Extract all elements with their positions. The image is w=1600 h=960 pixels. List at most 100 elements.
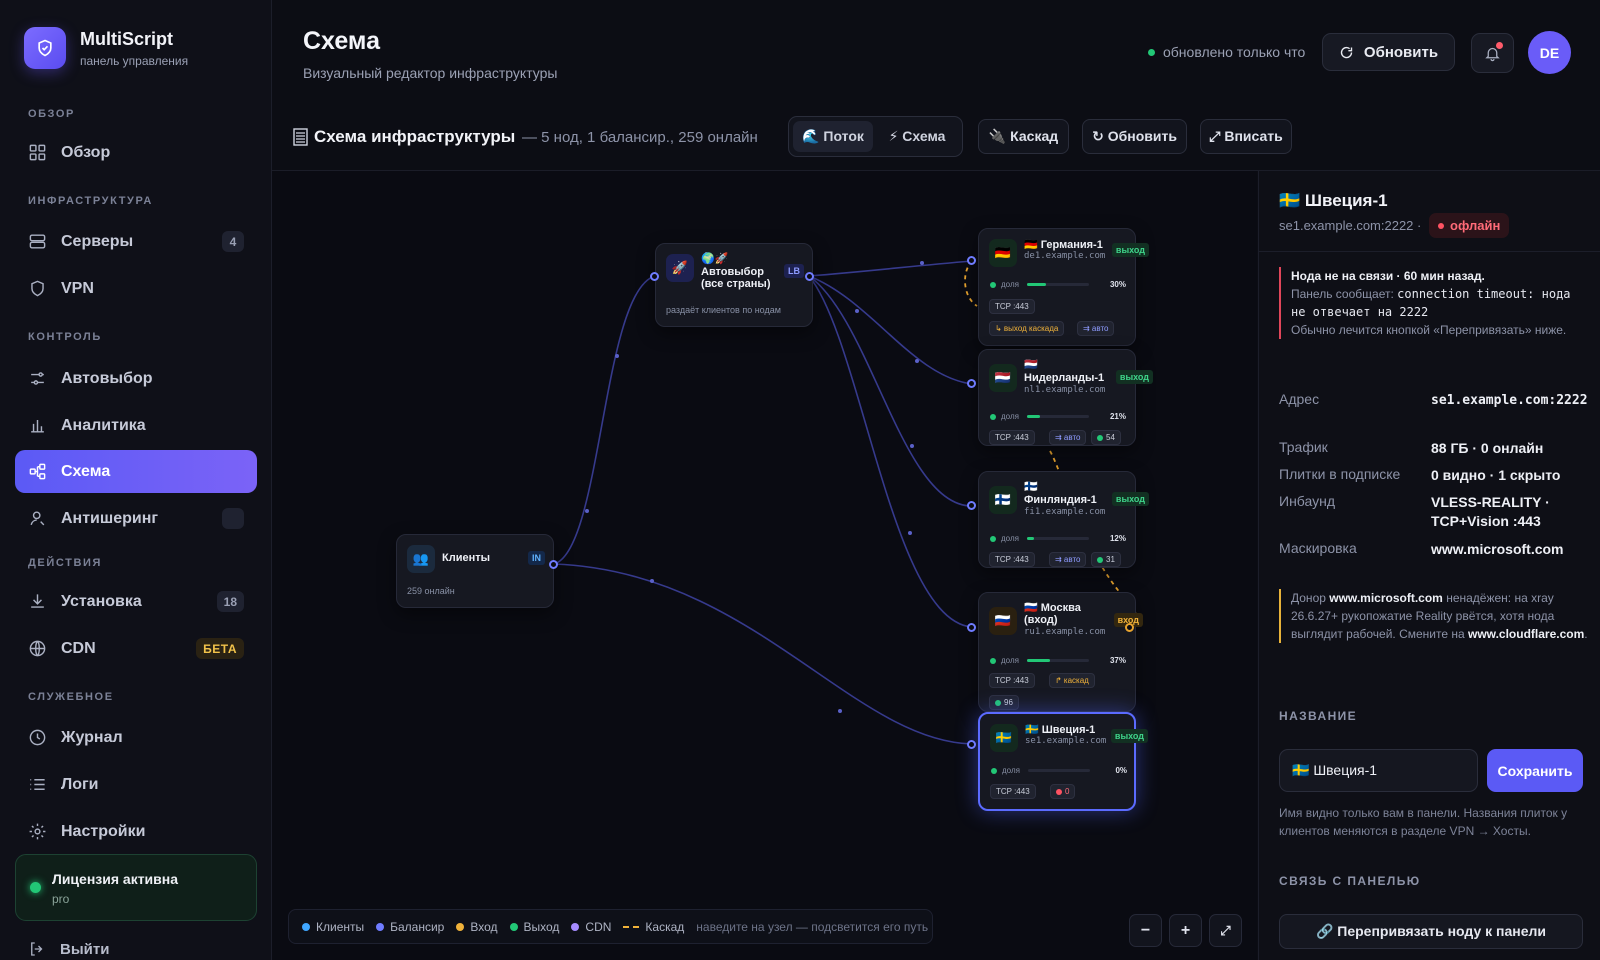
antisharing-badge — [222, 508, 244, 529]
fullscreen-button[interactable]: ⤢ — [1209, 914, 1242, 947]
online-chip: 96 — [989, 695, 1019, 710]
logout-icon — [31, 942, 43, 956]
node-sweden[interactable]: 🇸🇪 🇸🇪 Швеция-1 se1.example.com выход дол… — [978, 712, 1148, 811]
brand[interactable]: MultiScript панель управления — [24, 27, 188, 69]
share-bar-fill — [1026, 537, 1035, 540]
node-clients[interactable]: 👥 Клиенты IN 259 онлайн — [396, 534, 554, 608]
node-title: 🇩🇪 Германия-1 — [1024, 239, 1103, 251]
license-card[interactable]: Лицензия активна pro — [15, 854, 257, 921]
bar-chart-icon — [31, 419, 44, 433]
port-finland-in[interactable] — [967, 501, 976, 510]
toolbar-refresh-button[interactable]: ↻ Обновить — [1082, 119, 1187, 154]
alert-advice: Обычно лечится кнопкой «Перепривязать» н… — [1291, 323, 1567, 337]
share-percent: 12% — [1109, 534, 1126, 543]
port-clients-out[interactable] — [549, 560, 558, 569]
online-count: 96 — [1004, 698, 1013, 707]
tab-flow[interactable]: 🌊 Поток — [793, 121, 873, 152]
port-netherlands-in[interactable] — [967, 379, 976, 388]
sliders-icon — [31, 372, 44, 385]
schema-canvas[interactable]: 👥 Клиенты IN 259 онлайн 🚀 🌍🚀 Автовыбор (… — [272, 171, 1257, 960]
legend: Клиенты Балансир Вход Выход CDN Каскад н… — [288, 909, 933, 944]
port-moscow-out[interactable] — [1125, 623, 1134, 632]
node-tag: IN — [528, 551, 545, 565]
logout-button[interactable]: Выйти — [28, 940, 109, 958]
zoom-out-button[interactable]: − — [1129, 914, 1162, 947]
port-balancer-out[interactable] — [805, 272, 814, 281]
zoom-in-button[interactable]: + — [1169, 914, 1202, 947]
save-button[interactable]: Сохранить — [1487, 749, 1583, 792]
node-host: nl1.example.com — [1024, 385, 1106, 395]
sidebar-item-vpn[interactable]: VPN — [15, 267, 257, 310]
port-moscow-in[interactable] — [967, 623, 976, 632]
license-status-dot — [30, 882, 41, 893]
schema-icon — [29, 463, 46, 480]
server-icon — [29, 234, 46, 249]
sidebar-item-label: Автовыбор — [61, 369, 153, 387]
proto-chip: TCP :443 — [989, 552, 1035, 567]
node-title-sub: (все страны) — [701, 278, 771, 290]
legend-label: Выход — [523, 919, 560, 934]
mask-label: Маскировка — [1279, 540, 1357, 556]
node-finland[interactable]: 🇫🇮 🇫🇮 Финляндия-1 fi1.example.com выход … — [978, 471, 1149, 568]
share-label: доля — [1001, 412, 1019, 421]
sidebar-item-servers[interactable]: Серверы 4 — [15, 220, 257, 263]
rebind-button[interactable]: 🔗 Перепривязать ноду к панели — [1279, 914, 1583, 949]
share-bar — [1026, 283, 1089, 286]
share-bar — [1026, 415, 1089, 418]
node-netherlands[interactable]: 🇳🇱 🇳🇱 Нидерланды-1 nl1.example.com выход… — [978, 349, 1153, 446]
node-title: 🇸🇪 Швеция-1 — [1025, 724, 1096, 736]
panel-title: 🇸🇪 Швеция-1 — [1279, 191, 1388, 210]
beta-badge: БЕТА — [196, 638, 244, 659]
share-bar-fill — [1026, 283, 1046, 286]
sidebar-item-journal[interactable]: Журнал — [15, 716, 257, 759]
flag-ru-icon: 🇷🇺 — [989, 607, 1017, 635]
sidebar-item-autoselect[interactable]: Автовыбор — [15, 357, 257, 400]
node-tag: выход — [1111, 492, 1149, 506]
notifications-button[interactable] — [1471, 33, 1514, 73]
sidebar-item-schema[interactable]: Схема — [15, 450, 257, 493]
address-label: Адрес — [1279, 391, 1320, 407]
update-status: обновлено только что — [1148, 44, 1305, 60]
port-germany-in[interactable] — [967, 256, 976, 265]
offline-dot — [1438, 222, 1444, 229]
sidebar-item-cdn[interactable]: CDN БЕТА — [15, 627, 257, 670]
nav-section-overview: ОБЗОР — [28, 108, 75, 120]
sidebar-item-label: Журнал — [61, 728, 123, 746]
sidebar-item-label: Аналитика — [61, 416, 146, 434]
sidebar-item-label: CDN — [61, 639, 96, 657]
online-chip: 31 — [1091, 552, 1121, 567]
node-title: Нидерланды-1 — [1024, 372, 1105, 384]
grid-icon — [29, 144, 46, 161]
node-balancer[interactable]: 🚀 🌍🚀 Автовыбор (все страны) LB раздаёт к… — [655, 243, 813, 327]
sidebar-item-analytics[interactable]: Аналитика — [15, 404, 257, 447]
rocket-icon: 🚀 — [666, 254, 694, 282]
port-sweden-in[interactable] — [967, 740, 976, 749]
node-title-emoji: 🌍🚀 — [701, 253, 729, 265]
sidebar-item-install[interactable]: Установка 18 — [15, 580, 257, 623]
avatar[interactable]: DE — [1528, 31, 1571, 74]
servers-count-badge: 4 — [222, 231, 244, 252]
tab-schema[interactable]: ⚡ Схема — [875, 121, 959, 152]
sidebar-item-logs[interactable]: Логи — [15, 763, 257, 806]
nav-section-service: СЛУЖЕБНОЕ — [28, 691, 114, 703]
clock-icon — [29, 729, 46, 746]
sidebar-item-settings[interactable]: Настройки — [15, 810, 257, 853]
sidebar-item-label: Логи — [61, 775, 99, 793]
port-balancer-in[interactable] — [650, 272, 659, 281]
refresh-label: Обновить — [1363, 43, 1439, 61]
sidebar-item-antisharing[interactable]: Антишеринг — [15, 497, 257, 540]
node-tag: выход — [1111, 243, 1149, 257]
node-flag: 🇫🇮 — [1024, 481, 1038, 493]
sidebar-item-overview[interactable]: Обзор — [15, 131, 257, 174]
proto-chip: TCP :443 — [989, 299, 1035, 314]
fit-button[interactable]: ⤢ Вписать — [1200, 119, 1292, 154]
node-name-input[interactable] — [1279, 749, 1478, 792]
node-description: раздаёт клиентов по нодам — [666, 305, 781, 315]
node-moscow[interactable]: 🇷🇺 🇷🇺 Москва (вход) ru1.example.com вход… — [978, 592, 1143, 712]
refresh-button[interactable]: Обновить — [1322, 33, 1455, 71]
node-germany[interactable]: 🇩🇪 🇩🇪 Германия-1 de1.example.com выход д… — [978, 228, 1149, 346]
list-icon — [30, 779, 45, 790]
cascade-button[interactable]: 🔌 Каскад — [978, 119, 1069, 154]
sidebar-item-label: Настройки — [61, 822, 146, 840]
share-row: доля 21% — [990, 412, 1126, 421]
